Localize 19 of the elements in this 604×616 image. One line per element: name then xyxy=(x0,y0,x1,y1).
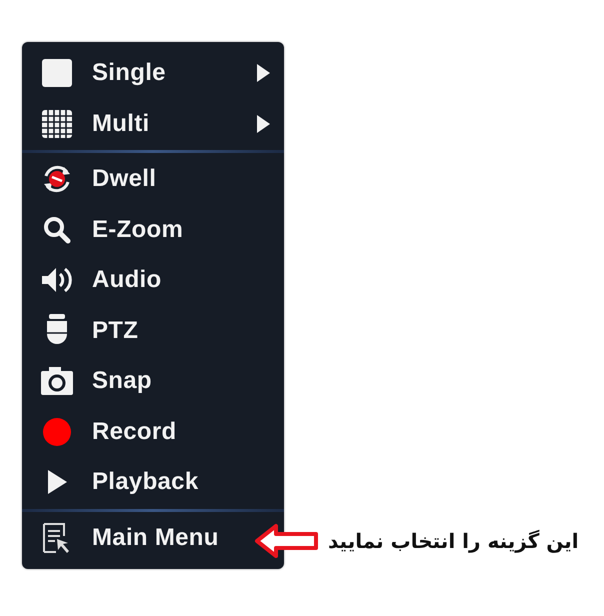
square-icon xyxy=(41,59,73,88)
camera-icon xyxy=(40,367,74,396)
menu-item[interactable]: Dwell xyxy=(22,154,284,204)
menu-item[interactable]: Playback xyxy=(22,457,284,508)
annotation-text: این گزینه را انتخاب نمایید xyxy=(328,529,579,553)
cycle-icon xyxy=(41,164,73,194)
menu-item[interactable]: Record xyxy=(22,406,284,457)
menu-item[interactable]: E-Zoom xyxy=(22,204,284,255)
menu-item[interactable]: PTZ xyxy=(22,306,284,356)
play-icon xyxy=(46,469,68,496)
menu-item[interactable]: Multi xyxy=(22,98,284,149)
list-cursor-icon xyxy=(42,522,72,554)
menu-item[interactable]: Snap xyxy=(22,356,284,406)
grid-icon xyxy=(41,110,73,138)
pointer-arrow-icon xyxy=(254,523,320,559)
search-icon xyxy=(42,214,72,245)
record-icon xyxy=(42,416,72,447)
menu-item[interactable]: Single xyxy=(22,48,284,98)
menu-item[interactable]: Audio xyxy=(22,255,284,306)
